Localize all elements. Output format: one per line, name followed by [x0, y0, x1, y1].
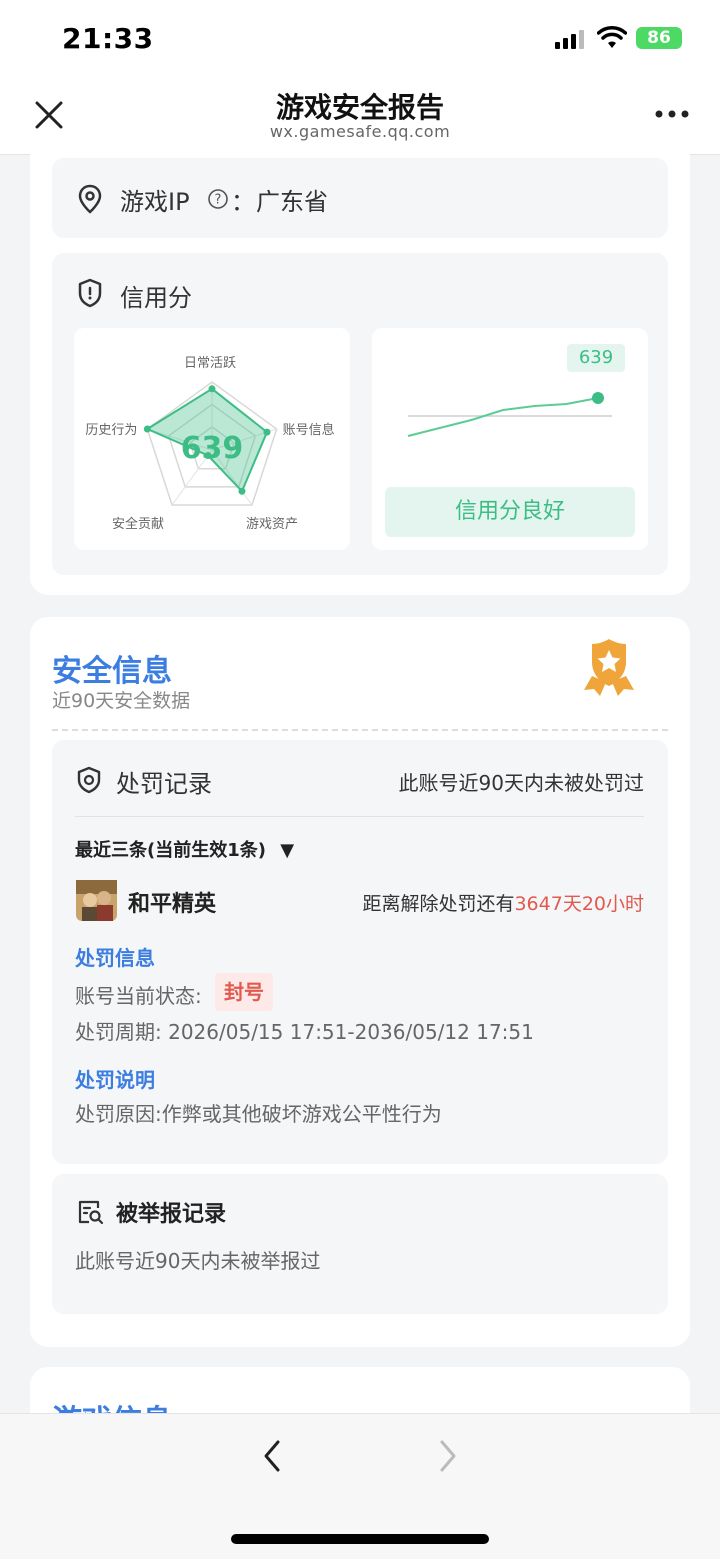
- radar-axis-label: 安全贡献: [112, 517, 165, 532]
- period-value: 2026/05/15 17:51-2036/05/12 17:51: [168, 1020, 534, 1044]
- radar-axis-label: 日常活跃: [184, 356, 237, 371]
- game-ip-value: 广东省: [256, 188, 328, 216]
- wifi-icon: [597, 26, 627, 48]
- recent-records-dropdown[interactable]: 最近三条(当前生效1条) ▼: [75, 836, 294, 862]
- punishment-reason: 处罚原因:作弊或其他破坏游戏公平性行为: [75, 1102, 442, 1126]
- credit-title: 信用分: [120, 284, 192, 312]
- radar-score: 639: [180, 431, 244, 466]
- report-record-panel: [52, 1174, 668, 1314]
- game-ip-label: 游戏IP: [120, 188, 190, 216]
- shield-icon: [78, 278, 102, 308]
- location-pin-icon: [78, 184, 102, 214]
- account-status-badge: 封号: [215, 973, 273, 1011]
- game-ip-separator: ：: [231, 188, 255, 216]
- page-url: wx.gamesafe.qq.com: [269, 122, 451, 141]
- more-icon[interactable]: [654, 108, 690, 120]
- report-text: 此账号近90天内未被举报过: [75, 1249, 321, 1273]
- punishment-info-label: 处罚信息: [75, 946, 155, 970]
- back-arrow-icon[interactable]: [258, 1436, 286, 1476]
- help-icon[interactable]: ?: [207, 188, 229, 210]
- battery-level: 86: [647, 28, 671, 48]
- credit-status-button[interactable]: 信用分良好: [385, 487, 635, 537]
- punishment-explain-label: 处罚说明: [75, 1068, 155, 1092]
- shield-search-icon: [77, 766, 101, 794]
- star-medal-icon: [584, 639, 634, 696]
- caret-down-icon: ▼: [280, 840, 295, 861]
- radar-axis-label: 游戏资产: [245, 517, 298, 532]
- report-title: 被举报记录: [116, 1202, 227, 1227]
- battery-indicator: 86: [636, 27, 682, 49]
- home-indicator: [231, 1534, 489, 1544]
- punishment-title: 处罚记录: [116, 770, 212, 798]
- trend-line: [407, 397, 599, 437]
- status-time: 21:33: [62, 22, 154, 55]
- svg-text:?: ?: [215, 193, 222, 208]
- game-icon: [76, 880, 117, 921]
- page-title: 游戏安全报告: [275, 91, 444, 124]
- security-title: 安全信息: [52, 654, 172, 689]
- countdown-label: 距离解除处罚还有: [362, 893, 515, 915]
- punishment-countdown: 距离解除处罚还有3647天20小时: [330, 889, 644, 916]
- panel-divider: [75, 816, 644, 817]
- recent-records-label: 最近三条(当前生效1条): [75, 840, 266, 861]
- section-divider: [52, 729, 668, 731]
- punishment-period: 处罚周期: 2026/05/15 17:51-2036/05/12 17:51: [75, 1016, 534, 1045]
- document-search-icon: [78, 1200, 104, 1225]
- trend-score-badge: 639: [567, 344, 625, 372]
- period-label: 处罚周期:: [75, 1020, 162, 1044]
- security-subtitle: 近90天安全数据: [52, 690, 191, 712]
- punishment-summary: 此账号近90天内未被处罚过: [398, 771, 644, 795]
- forward-arrow-icon[interactable]: [434, 1436, 462, 1476]
- countdown-value: 3647天20小时: [514, 893, 644, 915]
- trend-current-point: [592, 392, 604, 404]
- cellular-signal-icon: [555, 30, 584, 49]
- account-status-label: 账号当前状态:: [75, 984, 202, 1008]
- game-name: 和平精英: [128, 892, 217, 917]
